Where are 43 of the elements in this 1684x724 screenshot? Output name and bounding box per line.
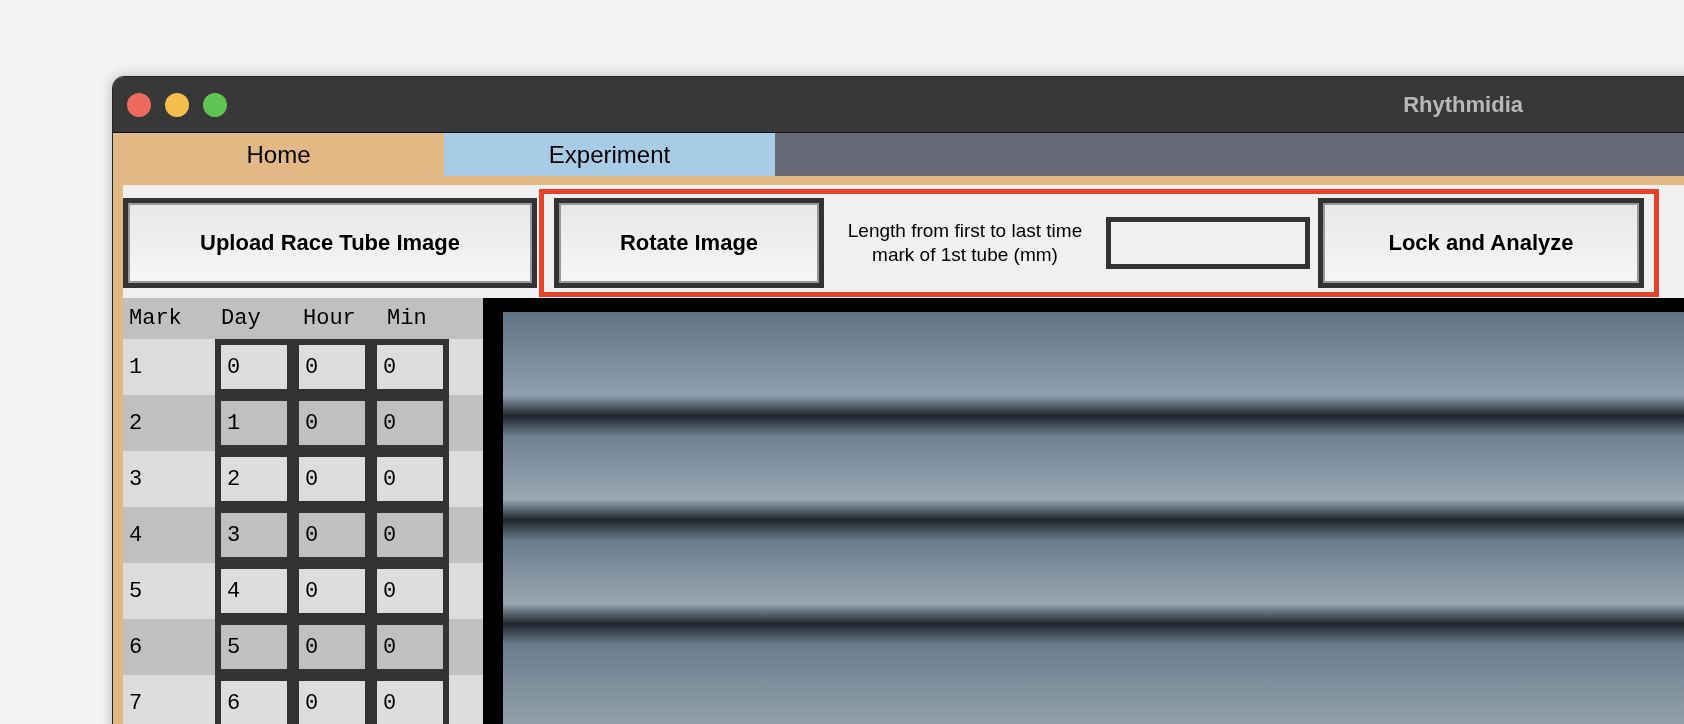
tab[interactable]: Experiment xyxy=(444,133,775,176)
time-input-field[interactable]: 3 xyxy=(221,513,287,557)
time-input-field[interactable]: 0 xyxy=(377,513,443,557)
mark-number: 4 xyxy=(128,521,144,550)
time-input-field[interactable]: 0 xyxy=(377,457,443,501)
minimize-button[interactable] xyxy=(165,92,189,117)
time-input-field[interactable]: 0 xyxy=(377,345,443,389)
time-input-field[interactable]: 0 xyxy=(377,401,443,445)
upload-image-button[interactable]: Upload Race Tube Image xyxy=(123,198,537,288)
time-input-field[interactable]: 0 xyxy=(299,457,365,501)
time-input-field[interactable]: 0 xyxy=(299,345,365,389)
maximize-button[interactable] xyxy=(203,92,227,117)
length-label: Length from first to last time mark of 1st tube (mm) xyxy=(846,219,1084,267)
time-input-field[interactable]: 2 xyxy=(221,457,287,501)
time-input-field[interactable]: 0 xyxy=(377,625,443,669)
lock-and-analyze-button[interactable]: Lock and Analyze xyxy=(1318,198,1644,288)
mark-number: 6 xyxy=(128,633,144,662)
close-button[interactable] xyxy=(127,92,151,117)
mark-number: 3 xyxy=(128,465,144,494)
tab[interactable]: Home xyxy=(113,133,444,176)
time-input-field[interactable]: 0 xyxy=(299,569,365,613)
rotate-image-button[interactable]: Rotate Image xyxy=(554,198,824,288)
time-input-field[interactable]: 0 xyxy=(221,345,287,389)
mark-number: 2 xyxy=(128,409,144,438)
window-title: Rhythmidia xyxy=(1403,91,1523,118)
time-input-field[interactable]: 6 xyxy=(221,681,287,724)
length-input-field[interactable] xyxy=(1106,217,1310,269)
column-header: Min xyxy=(386,306,428,331)
mark-number: 5 xyxy=(128,577,144,606)
time-input-field[interactable]: 1 xyxy=(221,401,287,445)
time-input-field[interactable]: 0 xyxy=(299,681,365,724)
column-header: Mark xyxy=(128,306,183,331)
time-input-field[interactable]: 0 xyxy=(299,401,365,445)
time-input-field[interactable]: 4 xyxy=(221,569,287,613)
time-input-field[interactable]: 0 xyxy=(377,569,443,613)
time-input-field[interactable]: 5 xyxy=(221,625,287,669)
mark-number: 7 xyxy=(128,689,144,718)
time-input-field[interactable]: 0 xyxy=(299,513,365,557)
column-header: Hour xyxy=(302,306,357,331)
time-input-field[interactable]: 0 xyxy=(299,625,365,669)
time-input-field[interactable]: 0 xyxy=(377,681,443,724)
mark-number: 1 xyxy=(128,353,144,382)
column-header: Day xyxy=(220,306,262,331)
